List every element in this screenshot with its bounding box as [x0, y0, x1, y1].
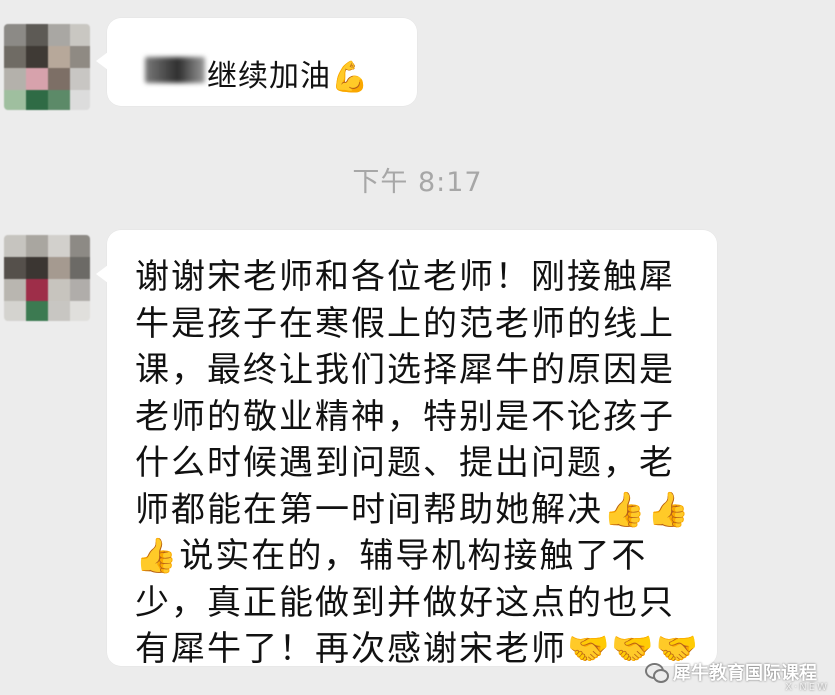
message-line: 牛是孩子在寒假上的范老师的线上	[135, 303, 675, 344]
sender-avatar[interactable]	[4, 24, 90, 110]
flexed-biceps-icon: 💪	[331, 59, 370, 95]
message-line: 课，最终让我们选择犀牛的原因是	[135, 350, 675, 390]
message-line: 少，真正能做到并做好这点的也只	[135, 582, 675, 623]
message-text: 谢谢宋老师和各位老师！刚接触犀 牛是孩子在寒假上的范老师的线上 课，最终让我们选…	[135, 254, 701, 673]
wechat-icon	[645, 663, 669, 683]
message-text-content: 继续加油	[207, 59, 331, 94]
message-timestamp: 下午 8:17	[352, 167, 483, 198]
message-line: 什么时候遇到问题、提出问题，老	[135, 443, 675, 483]
message-bubble[interactable]: 谢谢宋老师和各位老师！刚接触犀 牛是孩子在寒假上的范老师的线上 课，最终让我们选…	[96, 230, 717, 669]
sender-avatar[interactable]	[4, 235, 90, 321]
message-line: 👍说实在的，辅导机构接触了不	[135, 536, 648, 576]
message-line: 谢谢宋老师和各位老师！刚接触犀	[135, 257, 675, 297]
message-text: 继续加油💪	[207, 51, 369, 95]
redacted-name	[145, 57, 205, 83]
message-line: 师都能在第一时间帮助她解决👍👍	[135, 489, 692, 530]
bubble-tail	[96, 265, 108, 283]
message-line: 有犀牛了！再次感谢宋老师🤝🤝🤝	[135, 629, 701, 669]
message-line: 老师的敬业精神，特别是不论孩子	[135, 396, 675, 437]
watermark-subtext: X·NEW	[785, 682, 829, 693]
message-bubble[interactable]: 继续加油💪	[96, 18, 417, 106]
bubble-tail	[96, 52, 108, 70]
